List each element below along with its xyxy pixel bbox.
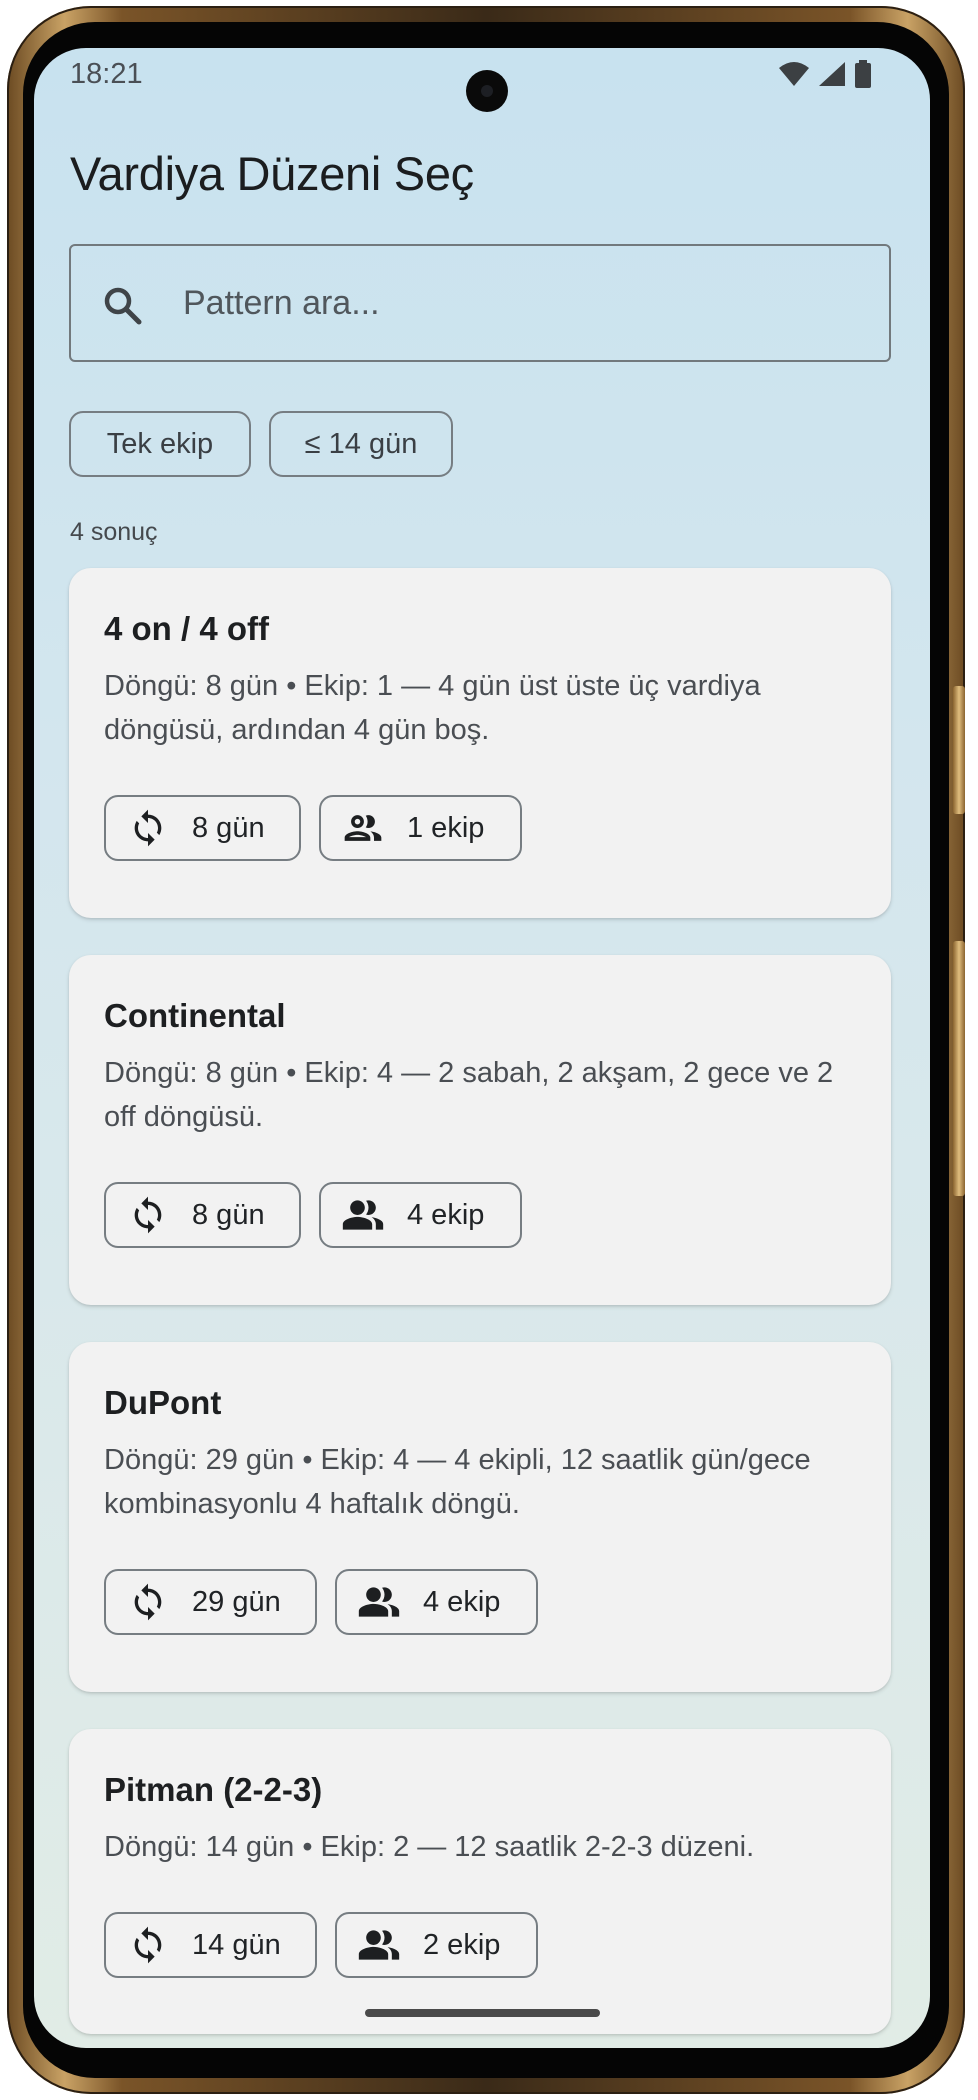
- pattern-title: Pitman (2-2-3): [104, 1771, 323, 1808]
- status-bar: 18:21: [34, 48, 930, 112]
- battery-icon: [854, 60, 872, 88]
- teams-chip: 4 ekip: [319, 1182, 522, 1248]
- status-time: 18:21: [70, 58, 143, 90]
- pattern-description: Döngü: 8 gün • Ekip: 4 — 2 sabah, 2 akşa…: [104, 1057, 834, 1133]
- filter-chip-max-14-days[interactable]: ≤ 14 gün: [269, 411, 453, 477]
- pattern-chips: 14 gün 2 ekip: [104, 1912, 538, 1978]
- pattern-chips: 8 gün 1 ekip: [104, 795, 522, 861]
- filter-chip-label: Tek ekip: [106, 427, 214, 460]
- group-icon: [341, 1193, 385, 1237]
- page-title: Vardiya Düzeni Seç: [70, 147, 474, 200]
- sync-icon: [126, 1580, 170, 1624]
- group-icon: [341, 806, 385, 850]
- pattern-card[interactable]: DuPont Döngü: 29 gün • Ekip: 4 — 4 ekipl…: [69, 1342, 891, 1692]
- front-camera: [466, 70, 508, 112]
- pattern-chips: 8 gün 4 ekip: [104, 1182, 522, 1248]
- cycle-chip: 8 gün: [104, 1182, 301, 1248]
- app-screen: 18:21 Vardiya Düzeni Seç Pattern ara... …: [34, 48, 930, 2048]
- volume-button: [953, 686, 965, 814]
- sync-icon: [126, 1923, 170, 1967]
- power-button: [953, 941, 965, 1196]
- search-input[interactable]: [183, 246, 873, 360]
- group-icon: [357, 1923, 401, 1967]
- filter-chips: Tek ekip ≤ 14 gün: [69, 411, 453, 477]
- filter-chip-label: ≤ 14 gün: [304, 427, 418, 460]
- teams-chip-label: 4 ekip: [407, 1198, 485, 1231]
- pattern-card[interactable]: Pitman (2-2-3) Döngü: 14 gün • Ekip: 2 —…: [69, 1729, 891, 2034]
- teams-chip: 1 ekip: [319, 795, 522, 861]
- pattern-chips: 29 gün 4 ekip: [104, 1569, 538, 1635]
- sync-icon: [126, 1193, 170, 1237]
- result-count: 4 sonuç: [70, 518, 158, 546]
- teams-chip-label: 4 ekip: [423, 1585, 501, 1618]
- cycle-chip-label: 29 gün: [192, 1585, 281, 1618]
- cellular-signal-icon: [818, 61, 846, 87]
- pattern-description: Döngü: 29 gün • Ekip: 4 — 4 ekipli, 12 s…: [104, 1444, 811, 1520]
- pattern-card[interactable]: Continental Döngü: 8 gün • Ekip: 4 — 2 s…: [69, 955, 891, 1305]
- pattern-description: Döngü: 14 gün • Ekip: 2 — 12 saatlik 2-2…: [104, 1831, 755, 1863]
- home-indicator[interactable]: [365, 2009, 600, 2017]
- group-icon: [357, 1580, 401, 1624]
- teams-chip: 2 ekip: [335, 1912, 538, 1978]
- pattern-title: 4 on / 4 off: [104, 610, 269, 647]
- cycle-chip: 14 gün: [104, 1912, 317, 1978]
- status-icons: [778, 60, 872, 88]
- search-box[interactable]: [69, 244, 891, 362]
- filter-chip-single-team[interactable]: Tek ekip: [69, 411, 251, 477]
- pattern-title: Continental: [104, 997, 286, 1034]
- wifi-icon: [778, 61, 810, 87]
- pattern-title: DuPont: [104, 1384, 222, 1421]
- cycle-chip-label: 8 gün: [192, 811, 265, 844]
- cycle-chip-label: 14 gün: [192, 1928, 281, 1961]
- cycle-chip-label: 8 gün: [192, 1198, 265, 1231]
- cycle-chip: 29 gün: [104, 1569, 317, 1635]
- cycle-chip: 8 gün: [104, 795, 301, 861]
- teams-chip-label: 1 ekip: [407, 811, 485, 844]
- teams-chip: 4 ekip: [335, 1569, 538, 1635]
- teams-chip-label: 2 ekip: [423, 1928, 501, 1961]
- pattern-card[interactable]: 4 on / 4 off Döngü: 8 gün • Ekip: 1 — 4 …: [69, 568, 891, 918]
- sync-icon: [126, 806, 170, 850]
- search-icon: [101, 284, 143, 331]
- pattern-description: Döngü: 8 gün • Ekip: 1 — 4 gün üst üste …: [104, 670, 761, 746]
